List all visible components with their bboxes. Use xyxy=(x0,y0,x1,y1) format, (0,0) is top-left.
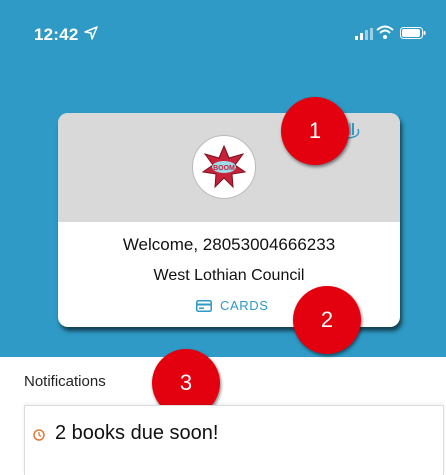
status-bar: 12:42 xyxy=(0,0,446,70)
wifi-icon xyxy=(376,25,394,39)
notifications-heading: Notifications xyxy=(24,373,106,390)
cards-button-label: CARDS xyxy=(220,298,269,313)
battery-icon xyxy=(400,27,426,39)
annotation-badge-1: 1 xyxy=(281,97,349,165)
svg-text:BOOM: BOOM xyxy=(213,165,235,172)
header-background: 12:42 BOOM Welcome, 28053004666233 West … xyxy=(0,0,446,357)
cards-button[interactable]: CARDS xyxy=(196,298,269,313)
library-name: West Lothian Council xyxy=(153,267,305,284)
boom-logo-icon: BOOM xyxy=(201,144,247,189)
annotation-badge-2: 2 xyxy=(293,286,361,354)
notification-text: 2 books due soon! xyxy=(55,422,219,444)
welcome-text: Welcome, 28053004666233 xyxy=(122,235,336,254)
card-icon xyxy=(196,299,212,312)
status-time: 12:42 xyxy=(34,25,79,44)
notification-item[interactable]: 2 books due soon! xyxy=(24,405,444,475)
signal-icon xyxy=(355,28,373,40)
clock-icon xyxy=(33,429,45,441)
location-arrow-icon xyxy=(84,26,98,40)
avatar: BOOM xyxy=(192,135,256,199)
